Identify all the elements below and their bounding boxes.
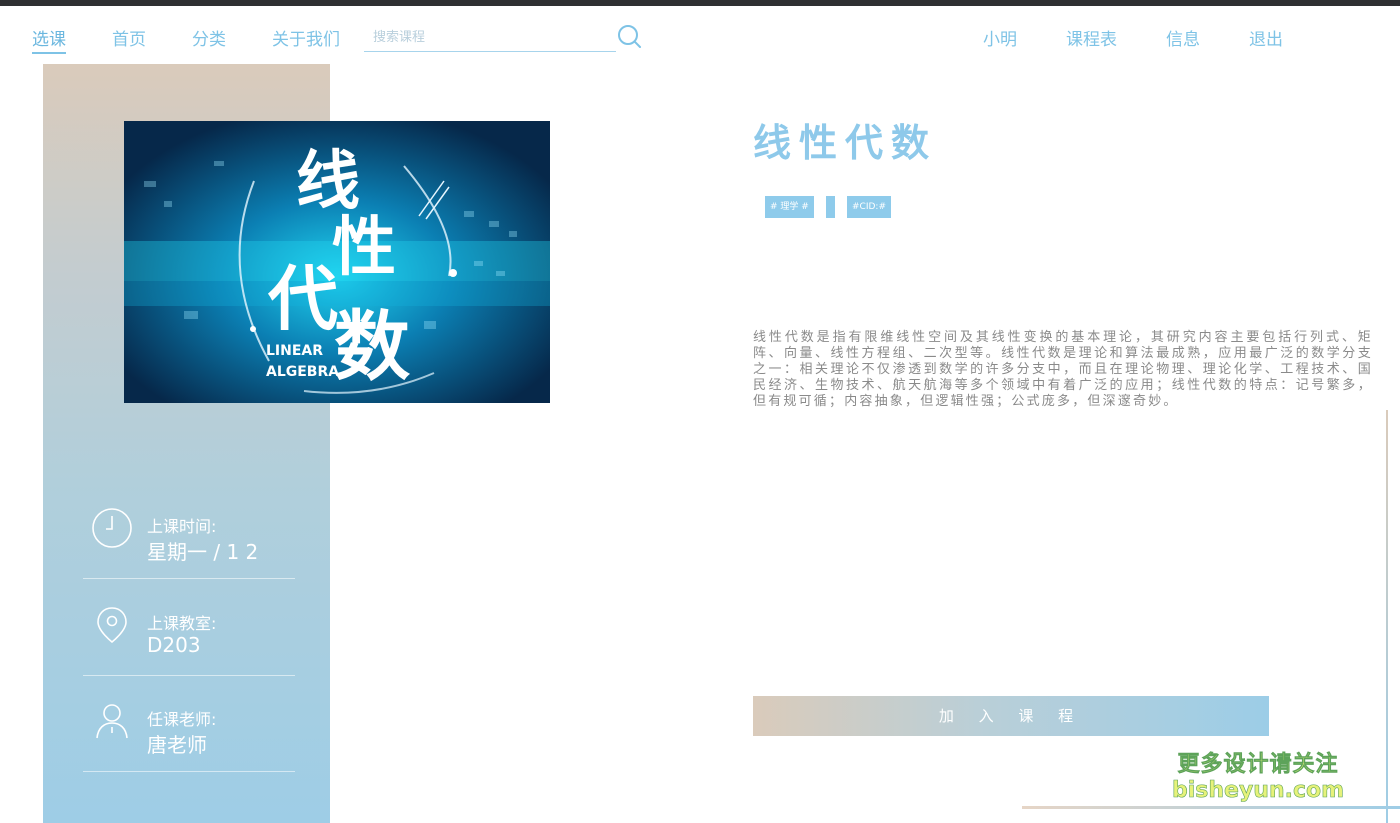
watermark-line-2: bisheyun.com bbox=[1172, 778, 1344, 803]
time-value: 星期一 / 1 2 bbox=[147, 536, 258, 565]
user-icon bbox=[91, 700, 133, 742]
course-cover-image: 线 性 代 数 LINEAR ALGEBRA bbox=[124, 121, 550, 403]
teacher-value: 唐老师 bbox=[147, 729, 207, 758]
nav-item-select-course[interactable]: 选课 bbox=[32, 25, 66, 50]
clock-icon bbox=[91, 507, 133, 549]
room-value: D203 bbox=[147, 633, 201, 657]
info-row-teacher: 任课老师: 唐老师 bbox=[83, 676, 295, 772]
search-box bbox=[364, 24, 616, 52]
info-row-time: 上课时间: 星期一 / 1 2 bbox=[83, 483, 295, 579]
location-pin-icon bbox=[91, 604, 133, 646]
room-label: 上课教室: bbox=[147, 610, 216, 634]
image-en-line-2: ALGEBRA bbox=[266, 364, 339, 380]
top-navigation: 选课 首页 分类 关于我们 小明 课程表 信息 退出 bbox=[0, 6, 1400, 64]
join-course-button[interactable]: 加 入 课 程 bbox=[753, 696, 1269, 736]
decorative-horizontal-line bbox=[1022, 806, 1400, 809]
nav-item-user-name[interactable]: 小明 bbox=[983, 25, 1017, 50]
nav-item-about-us[interactable]: 关于我们 bbox=[272, 25, 340, 50]
nav-item-messages[interactable]: 信息 bbox=[1166, 25, 1200, 50]
watermark: 更多设计请关注 bisheyun.com bbox=[1172, 746, 1344, 803]
image-title-char-3: 代 bbox=[267, 258, 338, 340]
nav-item-timetable[interactable]: 课程表 bbox=[1066, 25, 1117, 50]
image-title-char-2: 性 bbox=[332, 211, 396, 285]
course-title: 线性代数 bbox=[753, 112, 937, 167]
course-tag-empty[interactable] bbox=[826, 196, 835, 218]
decorative-vertical-line bbox=[1386, 410, 1388, 823]
course-description: 线性代数是指有限维线性空间及其线性变换的基本理论，其研究内容主要包括行列式、矩阵… bbox=[753, 330, 1373, 410]
image-title-char-1: 线 bbox=[296, 145, 360, 219]
time-label: 上课时间: bbox=[147, 513, 216, 537]
info-row-room: 上课教室: D203 bbox=[83, 580, 295, 676]
course-tag-cid[interactable]: #CID:# bbox=[847, 196, 891, 218]
search-input[interactable] bbox=[364, 24, 604, 50]
watermark-line-1: 更多设计请关注 bbox=[1172, 746, 1344, 778]
nav-item-home[interactable]: 首页 bbox=[112, 25, 146, 50]
search-icon[interactable] bbox=[616, 23, 643, 50]
image-en-line-1: LINEAR bbox=[266, 343, 323, 359]
teacher-label: 任课老师: bbox=[147, 706, 216, 730]
course-tag-category[interactable]: # 理学 # bbox=[765, 196, 814, 218]
nav-item-category[interactable]: 分类 bbox=[192, 25, 226, 50]
nav-item-logout[interactable]: 退出 bbox=[1249, 25, 1283, 50]
nav-active-underline bbox=[32, 52, 66, 54]
image-title-char-4: 数 bbox=[334, 302, 410, 391]
